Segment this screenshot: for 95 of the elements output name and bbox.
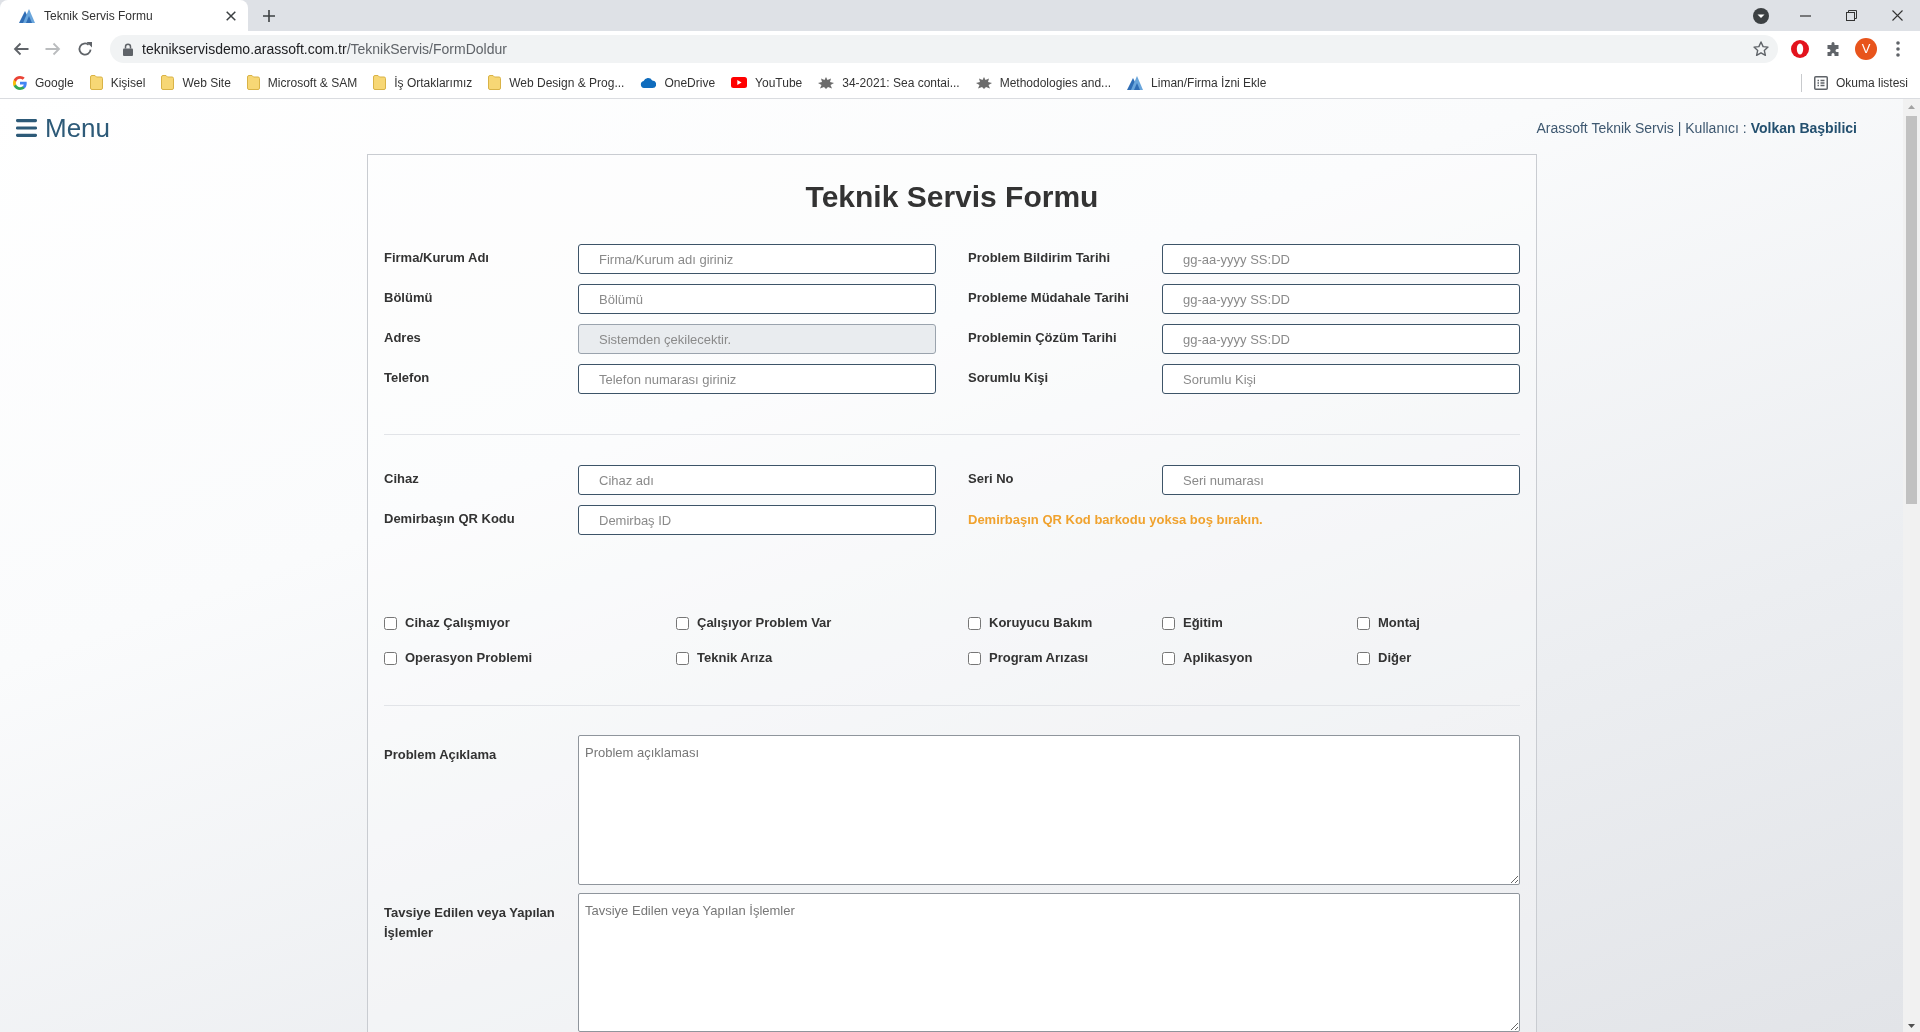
- list-icon: [1813, 75, 1828, 90]
- emblem-icon: [818, 76, 835, 89]
- input-field[interactable]: Bölümü: [578, 284, 936, 314]
- back-icon[interactable]: [13, 41, 29, 57]
- browser-tab[interactable]: Teknik Servis Formu: [0, 0, 248, 31]
- checkbox[interactable]: [968, 651, 981, 665]
- field-label: Problem Açıklama: [384, 746, 498, 764]
- field-label: Bölümü: [384, 289, 434, 307]
- close-icon[interactable]: [226, 10, 236, 21]
- close-icon[interactable]: [1891, 10, 1903, 21]
- field-label: Probleme Müdahale Tarihi: [968, 289, 1130, 307]
- checkbox[interactable]: [1162, 616, 1175, 630]
- scrollbar-thumb[interactable]: [1906, 116, 1917, 504]
- address-bar[interactable]: teknikservisdemo.arassoft.com.tr/TeknikServis/FormDoldur: [110, 35, 1778, 63]
- folder-icon: [161, 75, 175, 90]
- input-field[interactable]: Cihaz adı: [578, 465, 936, 495]
- checkbox[interactable]: [1357, 651, 1370, 665]
- input-field[interactable]: gg-aa-yyyy SS:DD: [1162, 244, 1520, 274]
- plus-icon[interactable]: [263, 9, 275, 22]
- cloud-icon: [640, 77, 657, 88]
- caret-down-icon[interactable]: [1908, 1024, 1915, 1028]
- ring-icon[interactable]: [1791, 40, 1809, 58]
- folder-icon: [488, 75, 502, 90]
- field-label: Tavsiye Edilen veya Yapılan İşlemler: [384, 904, 556, 942]
- checkbox-label: Çalışıyor Problem Var: [697, 614, 832, 633]
- profile-avatar[interactable]: V: [1855, 38, 1877, 60]
- minimize-icon[interactable]: [1799, 14, 1811, 17]
- play-icon: [731, 77, 748, 88]
- field-label: Telefon: [384, 369, 431, 387]
- input-field[interactable]: Sorumlu Kişi: [1162, 364, 1520, 394]
- reload-icon[interactable]: [77, 41, 93, 57]
- g-logo-icon: [13, 75, 27, 90]
- input-field[interactable]: Demirbaş ID: [578, 505, 936, 535]
- checkbox-label: Koruyucu Bakım: [989, 614, 1093, 633]
- bookmark-item[interactable]: Microsoft & SAM: [238, 69, 366, 96]
- scrollbar[interactable]: [1903, 99, 1920, 1032]
- bookmark-item[interactable]: Google: [5, 69, 82, 96]
- bookmark-item[interactable]: Methodologies and...: [967, 69, 1120, 96]
- folder-icon: [89, 75, 103, 90]
- input-field[interactable]: gg-aa-yyyy SS:DD: [1162, 284, 1520, 314]
- input-field[interactable]: Seri numarası: [1162, 465, 1520, 495]
- text-area[interactable]: Tavsiye Edilen veya Yapılan İşlemler: [578, 893, 1520, 1032]
- field-label: Firma/Kurum Adı: [384, 249, 490, 267]
- checkbox-label: Program Arızası: [989, 649, 1089, 668]
- menu-button[interactable]: Menu: [16, 113, 111, 143]
- bookmark-item[interactable]: OneDrive: [632, 69, 724, 96]
- checkbox[interactable]: [1357, 616, 1370, 630]
- checkbox-label: Teknik Arıza: [697, 649, 773, 668]
- checkbox-label: Operasyon Problemi: [405, 649, 533, 668]
- checkbox-label: Cihaz Çalışmıyor: [405, 614, 510, 633]
- bookmark-item[interactable]: 34-2021: Sea contai...: [810, 69, 968, 96]
- triangle-logo-icon: [19, 8, 35, 23]
- url-text: teknikservisdemo.arassoft.com.tr/TeknikServis/FormDoldur: [142, 39, 507, 59]
- user-info-text: Arassoft Teknik Servis | Kullanıcı : Volkan Başbilici: [1536, 118, 1857, 138]
- input-field[interactable]: Telefon numarası giriniz: [578, 364, 936, 394]
- star-icon[interactable]: [1753, 41, 1769, 57]
- folder-icon: [246, 75, 260, 90]
- checkbox[interactable]: [1162, 651, 1175, 665]
- emblem-icon: [975, 76, 992, 89]
- field-label: Sorumlu Kişi: [968, 369, 1050, 387]
- checkbox-label: Eğitim: [1183, 614, 1223, 633]
- bookmark-item[interactable]: Web Site: [153, 69, 239, 96]
- hint-text: Demirbaşın QR Kod barkodu yoksa boş bırakın.: [968, 511, 1263, 530]
- bookmark-item[interactable]: Liman/Firma İzni Ekle: [1119, 69, 1275, 96]
- checkbox-label: Montaj: [1378, 614, 1420, 633]
- bookmark-item[interactable]: YouTube: [723, 69, 811, 96]
- field-label: Seri No: [968, 470, 1015, 488]
- input-field[interactable]: gg-aa-yyyy SS:DD: [1162, 324, 1520, 354]
- checkbox[interactable]: [384, 616, 397, 630]
- field-label: Problemin Çözüm Tarihi: [968, 329, 1118, 347]
- input-field[interactable]: Firma/Kurum adı giriniz: [578, 244, 936, 274]
- field-label: Problem Bildirim Tarihi: [968, 249, 1112, 267]
- puzzle-icon[interactable]: [1826, 42, 1840, 56]
- lock-icon: [123, 42, 133, 56]
- form-title: Teknik Servis Formu: [804, 179, 1100, 215]
- folder-icon: [373, 75, 387, 90]
- bookmark-item[interactable]: Kişisel: [81, 69, 154, 96]
- checkbox[interactable]: [676, 616, 689, 630]
- triangle-logo-icon: [1127, 75, 1144, 90]
- text-area[interactable]: Problem açıklaması: [578, 735, 1520, 885]
- dropdown-icon[interactable]: [1753, 7, 1769, 24]
- field-label: Demirbaşın QR Kodu: [384, 510, 516, 528]
- restore-icon[interactable]: [1845, 10, 1857, 21]
- bookmark-item[interactable]: İş Ortaklarımız: [365, 69, 481, 96]
- checkbox[interactable]: [968, 616, 981, 630]
- field-label: Adres: [384, 329, 422, 347]
- more-icon[interactable]: [1896, 41, 1900, 57]
- reading-list-button[interactable]: Okuma listesi: [1809, 69, 1912, 96]
- bookmark-item[interactable]: Web Design & Prog...: [480, 69, 633, 96]
- checkbox[interactable]: [384, 651, 397, 665]
- menu-icon: [16, 119, 37, 137]
- checkbox-label: Aplikasyon: [1183, 649, 1253, 668]
- field-label: Cihaz: [384, 470, 420, 488]
- checkbox[interactable]: [676, 651, 689, 665]
- checkbox-label: Diğer: [1378, 649, 1412, 668]
